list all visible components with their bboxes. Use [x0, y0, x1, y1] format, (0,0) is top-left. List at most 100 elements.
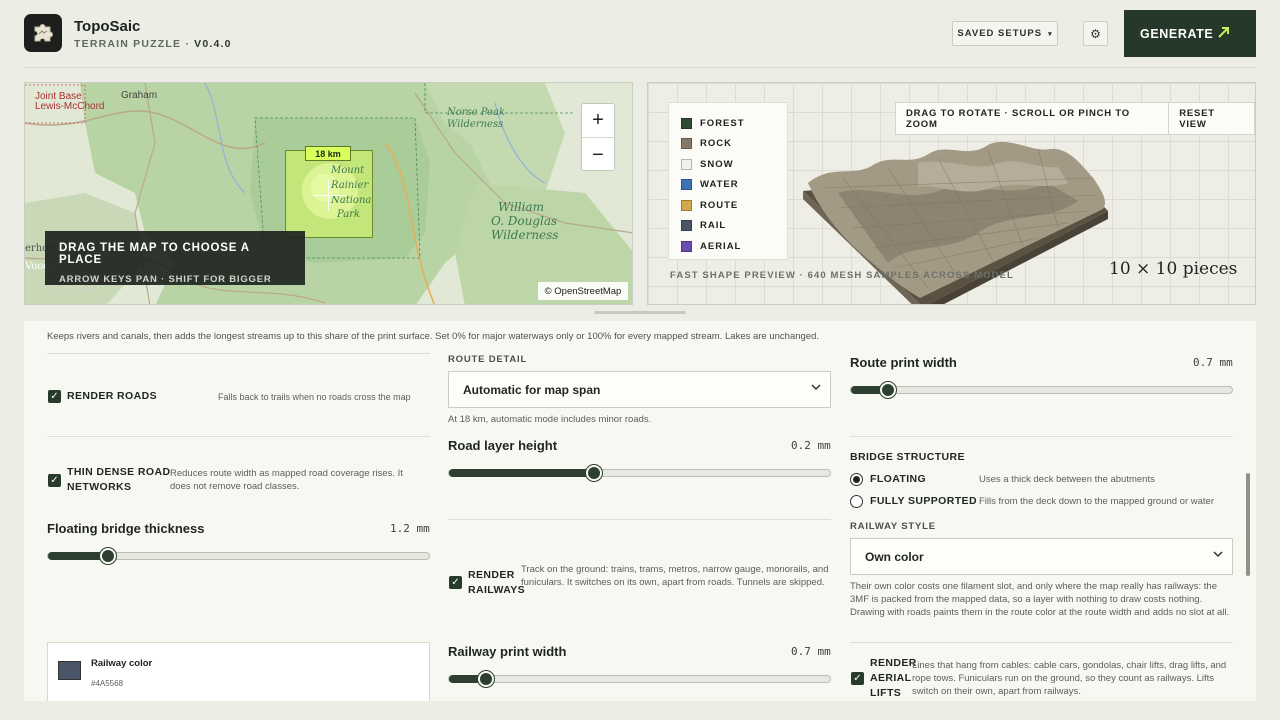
route-width-slider[interactable] [850, 386, 1233, 394]
render-railways-checkbox[interactable]: ✓ [449, 576, 462, 589]
zoom-controls: + − [581, 103, 615, 171]
render-aerial-label-3: LIFTS [870, 687, 902, 699]
map-label-norse-wilderness: Wilderness [447, 119, 504, 130]
app-header: TopoSaic TERRAIN PUZZLE · V0.4.0 SAVED S… [0, 0, 1280, 68]
legend-item-rock: ROCK [681, 134, 775, 155]
road-layer-thumb[interactable] [585, 465, 602, 481]
selection-area[interactable] [285, 150, 373, 238]
route-width-title: Route print width [850, 355, 957, 370]
map-label-lewis-mcchord: Lewis-McChord [35, 101, 105, 112]
route-detail-select[interactable]: Automatic for map span [448, 371, 831, 408]
railway-width-slider[interactable] [448, 675, 831, 683]
settings-panel: Keeps rivers and canals, then adds the l… [24, 321, 1256, 701]
railway-color-hex: #4A5568 [91, 679, 124, 688]
bridge-supported-desc: Fills from the deck down to the mapped g… [979, 496, 1214, 507]
view-controls: DRAG TO ROTATE · SCROLL OR PINCH TO ZOOM… [895, 102, 1255, 135]
route-width-value: 0.7 mm [1193, 356, 1233, 369]
bridge-supported-label: FULLY SUPPORTED [870, 495, 977, 507]
app-title: TopoSaic [74, 18, 141, 35]
chevron-down-icon [810, 381, 822, 396]
railway-color-label: Railway color [91, 658, 153, 669]
route-detail-value: Automatic for map span [463, 382, 601, 397]
divider [850, 436, 1233, 437]
map-label-douglas: O. Douglas [491, 214, 558, 228]
legend-swatch [681, 138, 692, 150]
legend-swatch [681, 220, 692, 232]
reset-view-button[interactable]: RESET VIEW [1169, 103, 1254, 134]
thin-dense-checkbox[interactable]: ✓ [48, 474, 61, 487]
render-aerial-label-1: RENDER [870, 657, 917, 669]
map-label-douglas-wilderness: Wilderness [491, 228, 559, 242]
map-label-william: William [498, 200, 545, 214]
railway-width-title: Railway print width [448, 644, 567, 659]
route-width-thumb[interactable] [880, 382, 897, 398]
slider-fill [449, 469, 595, 477]
legend-label: FOREST [700, 117, 745, 129]
railway-style-label: RAILWAY STYLE [850, 521, 936, 532]
map-hint-panel: DRAG THE MAP TO CHOOSE A PLACE ARROW KEY… [45, 231, 305, 296]
legend-swatch [681, 158, 692, 170]
zoom-in-button[interactable]: + [582, 104, 614, 138]
legend-swatch [681, 179, 692, 191]
legend-label: RAIL [700, 220, 727, 232]
saved-setups-label: SAVED SETUPS [957, 28, 1043, 39]
map-label-park: Park [337, 209, 361, 220]
gear-icon: ⚙ [1090, 26, 1101, 41]
render-roads-checkbox[interactable]: ✓ [48, 390, 61, 403]
road-layer-title: Road layer height [448, 438, 558, 453]
divider [448, 519, 831, 520]
divider [47, 436, 430, 437]
render-railways-label-2: RAILWAYS [468, 584, 526, 596]
location-map[interactable]: Joint Base Lewis-McChord Graham Norse Pe… [24, 82, 633, 305]
road-layer-slider[interactable] [448, 469, 831, 477]
caret-down-icon: ▾ [1048, 30, 1053, 38]
settings-button[interactable]: ⚙ [1083, 21, 1108, 46]
map-label-rainier: Rainier [331, 180, 369, 191]
material-legend: FOREST ROCK SNOW WATER ROUTE RAIL AERIAL [668, 102, 788, 260]
generate-button[interactable]: GENERATE [1124, 10, 1256, 57]
railway-style-value: Own color [865, 549, 924, 564]
app-subtitle: TERRAIN PUZZLE · V0.4.0 [74, 38, 232, 50]
legend-item-aerial: AERIAL [681, 236, 775, 257]
render-railways-desc: Track on the ground: trains, trams, metr… [521, 564, 829, 588]
railway-width-value: 0.7 mm [791, 645, 831, 658]
railway-style-select[interactable]: Own color [850, 538, 1233, 575]
crosshair-vertical [328, 179, 329, 211]
header-divider [24, 67, 1256, 68]
resize-handle[interactable] [594, 311, 686, 314]
arrow-up-right-icon [1216, 24, 1232, 43]
legend-label: ROCK [700, 138, 732, 150]
divider [47, 353, 430, 354]
render-aerial-desc: Lines that hang from cables: cable cars,… [912, 660, 1227, 697]
map-attribution[interactable]: © OpenStreetMap [538, 282, 628, 300]
railway-color-swatch[interactable] [58, 661, 81, 680]
railway-width-thumb[interactable] [478, 671, 495, 687]
saved-setups-button[interactable]: SAVED SETUPS ▾ [952, 21, 1058, 46]
railway-color-card[interactable]: Railway color #4A5568 [47, 642, 430, 701]
floating-bridge-value: 1.2 mm [390, 522, 430, 535]
settings-scrollbar[interactable] [1246, 473, 1250, 576]
bridge-floating-radio[interactable] [850, 473, 863, 486]
map-label-graham: Graham [121, 90, 158, 101]
legend-item-snow: SNOW [681, 154, 775, 175]
thin-dense-desc: Reduces route width as mapped road cover… [170, 468, 403, 492]
chevron-down-icon [1212, 548, 1224, 563]
zoom-out-button[interactable]: − [582, 138, 614, 172]
legend-swatch [681, 199, 692, 211]
bridge-supported-radio[interactable] [850, 495, 863, 508]
terrain-preview[interactable]: FOREST ROCK SNOW WATER ROUTE RAIL AERIAL… [647, 82, 1256, 305]
render-aerial-checkbox[interactable]: ✓ [851, 672, 864, 685]
map-label-norse-peak: Norse Peak [447, 107, 505, 118]
floating-bridge-thumb[interactable] [100, 548, 117, 564]
bridge-structure-label: BRIDGE STRUCTURE [850, 451, 965, 463]
bridge-floating-desc: Uses a thick deck between the abutments [979, 474, 1155, 485]
render-railways-label-1: RENDER [468, 569, 515, 581]
puzzle-logo-icon [24, 14, 62, 52]
divider [850, 642, 1233, 643]
legend-item-water: WATER [681, 175, 775, 196]
route-detail-label: ROUTE DETAIL [448, 354, 528, 365]
thin-dense-label-2: NETWORKS [67, 481, 132, 493]
legend-label: ROUTE [700, 199, 739, 211]
app-version: V0.4.0 [194, 38, 232, 50]
render-roads-label: RENDER ROADS [67, 390, 157, 402]
